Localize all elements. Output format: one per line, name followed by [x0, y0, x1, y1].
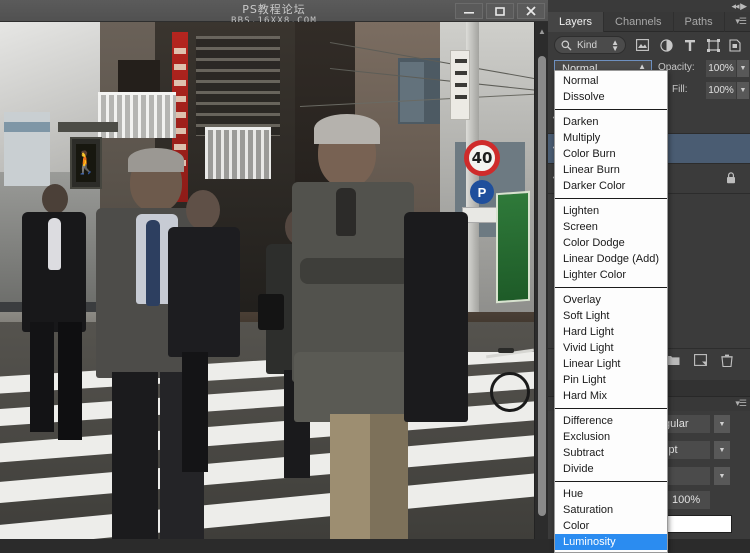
filter-kind-label: Kind: [577, 40, 598, 51]
green-street-banner: [496, 190, 530, 304]
menu-separator: [555, 287, 667, 288]
tab-paths[interactable]: Paths: [674, 12, 725, 32]
menu-item-saturation[interactable]: Saturation: [555, 502, 667, 518]
font-size-dropdown-arrow[interactable]: ▼: [714, 441, 730, 459]
menu-item-hue[interactable]: Hue: [555, 486, 667, 502]
vertical-scale-input[interactable]: 100%: [666, 491, 710, 509]
menu-item-lighter-color[interactable]: Lighter Color: [555, 267, 667, 283]
menu-item-soft-light[interactable]: Soft Light: [555, 308, 667, 324]
balcony-railing-lower: [205, 127, 271, 179]
menu-separator: [555, 408, 667, 409]
menu-item-overlay[interactable]: Overlay: [555, 292, 667, 308]
panel-menu-icon[interactable]: ▾☰: [735, 16, 747, 27]
menu-item-color-burn[interactable]: Color Burn: [555, 146, 667, 162]
menu-item-divide[interactable]: Divide: [555, 461, 667, 477]
menu-item-lighten[interactable]: Lighten: [555, 203, 667, 219]
tracking-dropdown-arrow[interactable]: ▼: [714, 467, 730, 485]
menu-item-hard-mix[interactable]: Hard Mix: [555, 388, 667, 404]
minimize-button[interactable]: [455, 3, 483, 19]
filter-kind-dropdown[interactable]: Kind ▲ ▼: [554, 36, 626, 54]
window-controls: [455, 3, 545, 19]
image-icon[interactable]: [634, 37, 650, 53]
layer-filter-row: Kind ▲ ▼: [548, 32, 750, 58]
menu-separator: [555, 109, 667, 110]
maximize-button[interactable]: [486, 3, 514, 19]
new-layer-icon[interactable]: [691, 352, 709, 368]
menu-separator: [555, 481, 667, 482]
photo-image[interactable]: 40 P 🚶: [0, 22, 534, 539]
menu-item-color[interactable]: Color: [555, 518, 667, 534]
updown-arrows-icon[interactable]: ▲▼: [611, 39, 619, 53]
scrollbar-thumb[interactable]: [538, 56, 546, 516]
lock-icon: [726, 172, 736, 187]
window-right-pane: [400, 62, 424, 122]
trash-icon[interactable]: [718, 352, 736, 368]
menu-item-linear-light[interactable]: Linear Light: [555, 356, 667, 372]
vertical-street-sign: [450, 50, 470, 120]
opacity-input[interactable]: 100%: [706, 60, 736, 77]
blend-mode-menu[interactable]: Normal Dissolve Darken Multiply Color Bu…: [554, 70, 668, 553]
font-style-dropdown-arrow[interactable]: ▼: [714, 415, 730, 433]
menu-separator: [555, 198, 667, 199]
menu-item-vivid-light[interactable]: Vivid Light: [555, 340, 667, 356]
window-left-band: [4, 122, 50, 132]
walk-signal-icon: 🚶: [72, 144, 100, 182]
menu-item-luminosity[interactable]: Luminosity: [555, 534, 667, 550]
search-icon: [561, 40, 572, 57]
bicycle-wheel: [490, 372, 530, 412]
dock-header: ◂◂ ▶: [548, 0, 750, 12]
window-titlebar[interactable]: PS教程论坛 BBS.16XX8.COM: [0, 0, 548, 26]
menu-item-dissolve[interactable]: Dissolve: [555, 89, 667, 105]
fill-label: Fill:: [672, 84, 688, 95]
menu-item-subtract[interactable]: Subtract: [555, 445, 667, 461]
panel-menu-icon[interactable]: ▾☰: [735, 398, 747, 409]
menu-item-difference[interactable]: Difference: [555, 413, 667, 429]
menu-item-darken[interactable]: Darken: [555, 114, 667, 130]
toggle-switch-icon[interactable]: [746, 37, 750, 53]
bicycle-seat: [498, 348, 514, 353]
panel-tab-bar: Layers Channels Paths ▾☰: [548, 12, 750, 32]
menu-item-pin-light[interactable]: Pin Light: [555, 372, 667, 388]
menu-item-screen[interactable]: Screen: [555, 219, 667, 235]
traffic-light-arm: [58, 122, 118, 132]
type-t-icon[interactable]: [682, 37, 698, 53]
menu-item-darker-color[interactable]: Darker Color: [555, 178, 667, 194]
text-color-swatch[interactable]: [666, 515, 732, 533]
menu-item-multiply[interactable]: Multiply: [555, 130, 667, 146]
menu-item-color-dodge[interactable]: Color Dodge: [555, 235, 667, 251]
menu-item-hard-light[interactable]: Hard Light: [555, 324, 667, 340]
tab-channels[interactable]: Channels: [604, 12, 674, 32]
fill-input[interactable]: 100%: [706, 82, 736, 99]
shape-square-icon[interactable]: [705, 37, 721, 53]
menu-item-normal[interactable]: Normal: [555, 73, 667, 89]
menu-item-exclusion[interactable]: Exclusion: [555, 429, 667, 445]
fire-escape-stairs: [196, 36, 280, 136]
menu-item-linear-burn[interactable]: Linear Burn: [555, 162, 667, 178]
close-button[interactable]: [517, 3, 545, 19]
menu-item-linear-dodge[interactable]: Linear Dodge (Add): [555, 251, 667, 267]
fill-dropdown-arrow[interactable]: ▼: [737, 82, 749, 99]
scrollbar-up-arrow[interactable]: ▲: [538, 28, 546, 36]
document-window: PS教程论坛 BBS.16XX8.COM 40 P 🚶 ▲: [0, 0, 548, 539]
smart-object-icon[interactable]: [727, 37, 743, 53]
opacity-dropdown-arrow[interactable]: ▼: [737, 60, 749, 77]
adjustment-circle-icon[interactable]: [658, 37, 674, 53]
parking-sign: P: [470, 180, 494, 204]
collapse-to-icons-icon[interactable]: ◂◂ ▶: [732, 1, 748, 12]
canvas-area[interactable]: 40 P 🚶 ▲: [0, 22, 548, 539]
canvas-vertical-scrollbar[interactable]: ▲: [534, 22, 548, 539]
tab-layers[interactable]: Layers: [548, 12, 605, 32]
speed-limit-sign: 40: [464, 140, 500, 176]
